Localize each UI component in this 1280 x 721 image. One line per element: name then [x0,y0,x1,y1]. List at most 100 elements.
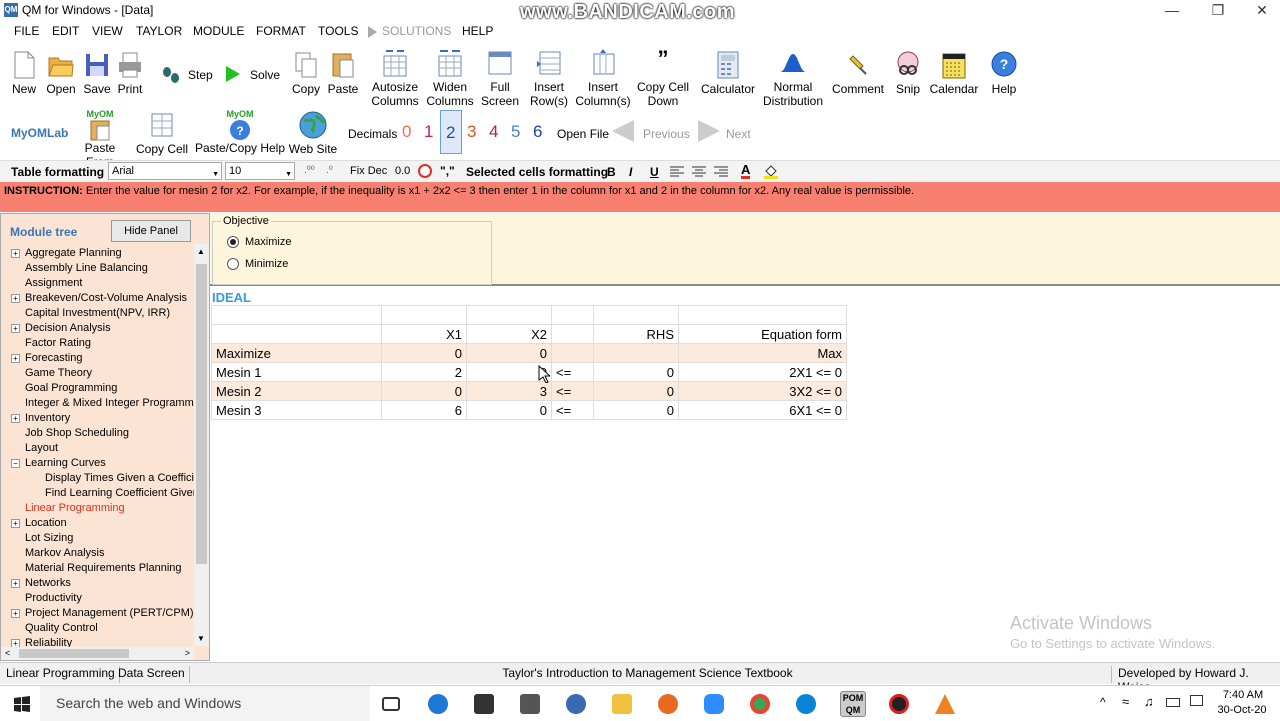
module-tree-item[interactable]: + Breakeven/Cost-Volume Analysis [11,291,187,306]
fill-color-icon[interactable] [763,163,779,179]
zoom-icon[interactable] [704,694,724,714]
module-tree-item[interactable]: Markov Analysis [11,546,104,561]
row-label[interactable]: Mesin 3 [211,400,382,420]
cell-x2[interactable]: 0 [466,343,552,363]
step-button[interactable] [160,64,182,86]
font-size-select[interactable]: 10 ▼ [225,162,295,180]
cell-sign[interactable] [551,343,594,363]
row-label[interactable]: Mesin 1 [211,362,382,382]
menu-help[interactable]: HELP [462,24,493,38]
align-left-icon[interactable] [670,166,684,178]
expand-icon[interactable]: + [11,353,20,363]
increase-decimal-icon[interactable]: .⁰⁰ [304,165,315,176]
firefox-icon[interactable] [658,694,678,714]
save-button[interactable]: Save [82,50,112,96]
edge-icon[interactable] [796,694,816,714]
edge-legacy-icon[interactable] [428,694,448,714]
menu-edit[interactable]: EDIT [52,24,79,38]
show-hidden-icons-icon[interactable]: ^ [1100,695,1106,709]
store-icon[interactable] [520,694,540,714]
decimals-6[interactable]: 6 [533,122,542,142]
decimals-3[interactable]: 3 [467,122,476,142]
module-tree-item[interactable]: Game Theory [11,366,92,381]
qm-taskbar-icon[interactable]: POM QM [840,691,866,717]
font-select[interactable]: Arial ▼ [108,162,222,180]
align-center-icon[interactable] [692,166,706,178]
expand-icon[interactable]: + [11,518,20,528]
previous-label[interactable]: Previous [643,127,690,141]
decimals-4[interactable]: 4 [489,122,498,142]
taskbar-date[interactable]: 30-Oct-20 [1214,704,1270,716]
expand-icon[interactable]: + [11,323,20,333]
next-arrow-icon[interactable] [698,120,720,142]
hide-panel-button[interactable]: Hide Panel [111,220,191,242]
module-tree-item[interactable]: Quality Control [11,621,98,636]
close-window-button[interactable]: ✕ [1240,0,1280,20]
step-label[interactable]: Step [188,68,213,82]
tree-horizontal-scrollbar[interactable]: < > [1,647,194,660]
module-tree-item[interactable]: Factor Rating [11,336,91,351]
underline-button[interactable]: U [650,165,659,179]
menu-view[interactable]: VIEW [92,24,123,38]
module-tree-item[interactable]: + Aggregate Planning [11,246,122,261]
calculator-button[interactable]: Calculator [700,50,756,96]
tree-vertical-scrollbar[interactable]: ▲ ▼ [194,244,209,646]
maximize-radio[interactable] [227,236,239,248]
module-tree-item[interactable]: Display Times Given a Coefficient [11,471,209,486]
myomlab-label[interactable]: MyOMLab [11,126,68,140]
next-label[interactable]: Next [726,127,751,141]
autosize-columns-button[interactable]: Autosize Columns [370,48,420,108]
taskbar-time[interactable]: 7:40 AM [1220,689,1266,701]
module-tree-item[interactable]: Productivity [11,591,82,606]
app-icon-blue[interactable] [566,694,586,714]
paste-button[interactable]: Paste [326,50,360,96]
expand-icon[interactable]: + [11,248,20,258]
full-screen-button[interactable]: Full Screen [480,48,520,108]
expand-icon[interactable]: + [11,293,20,303]
insert-columns-button[interactable]: Insert Column(s) [575,48,631,108]
normal-distribution-button[interactable]: Normal Distribution [760,48,826,108]
print-button[interactable]: Print [114,50,146,96]
module-tree-item[interactable]: + Inventory [11,411,70,426]
expand-icon[interactable]: + [11,413,20,423]
minimize-radio[interactable] [227,258,239,270]
cell-rhs[interactable]: 0 [593,381,679,401]
zero-format-icon[interactable] [418,164,432,178]
menu-solutions[interactable]: SOLUTIONS [382,24,451,38]
camera-app-icon[interactable] [474,694,494,714]
decimals-0[interactable]: 0 [402,122,411,142]
file-explorer-icon[interactable] [612,694,632,714]
calendar-button[interactable]: Calendar [928,50,980,96]
cell-sign[interactable]: <= [551,381,594,401]
solve-label[interactable]: Solve [250,68,280,82]
menu-taylor[interactable]: TAYLOR [136,24,182,38]
thousands-separator-button[interactable]: "," [440,164,455,178]
module-tree-item[interactable]: + Location [11,516,67,531]
expand-icon[interactable]: + [11,578,20,588]
module-tree-item[interactable]: + Networks [11,576,71,591]
decimals-1[interactable]: 1 [424,122,433,142]
windows-start-icon[interactable] [14,696,30,712]
bandicam-icon[interactable] [889,694,909,714]
module-tree-item[interactable]: Layout [11,441,58,456]
menu-file[interactable]: FILE [14,24,39,38]
copy-cell-down-button[interactable]: ” Copy Cell Down [635,48,691,109]
decrease-decimal-icon[interactable]: .⁰ [326,165,333,176]
minimize-label[interactable]: Minimize [245,258,288,270]
taskbar-search[interactable]: Search the web and Windows [40,686,370,721]
cell-x2[interactable]: 3 [466,381,552,401]
snip-button[interactable]: Snip [890,50,926,96]
menu-module[interactable]: MODULE [193,24,244,38]
module-tree-item[interactable]: + Forecasting [11,351,82,366]
cell-x1[interactable]: 0 [381,381,467,401]
wifi-icon[interactable]: ≈ [1122,694,1129,709]
scroll-left-icon[interactable]: < [5,648,10,658]
cell-x1[interactable]: 2 [381,362,467,382]
vlc-icon[interactable] [935,694,955,714]
cell-x1[interactable]: 0 [381,343,467,363]
menu-tools[interactable]: TOOLS [318,24,358,38]
menu-format[interactable]: FORMAT [256,24,306,38]
module-tree-item[interactable]: + Decision Analysis [11,321,111,336]
module-tree-item[interactable]: − Learning Curves [11,456,106,471]
decimals-2-selected[interactable]: 2 [440,110,462,154]
